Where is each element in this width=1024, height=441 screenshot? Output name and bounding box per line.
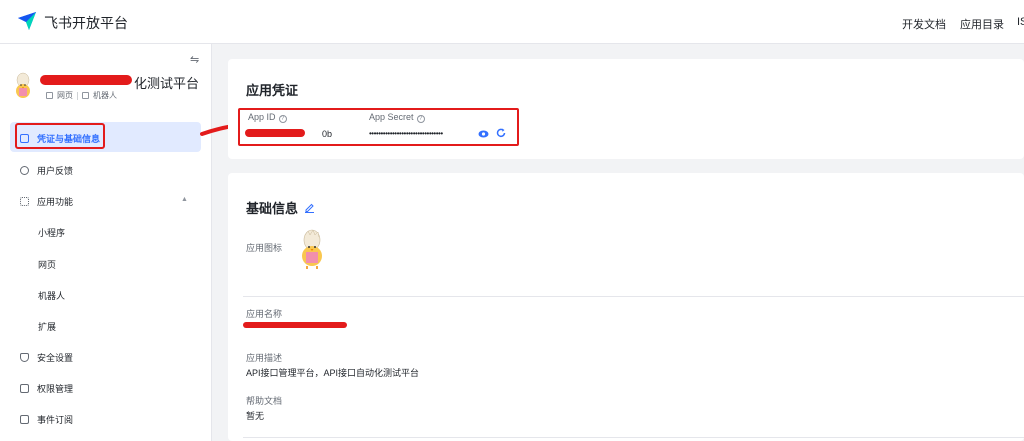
bot-icon bbox=[82, 92, 89, 99]
nav-app-directory[interactable]: 应用目录 bbox=[960, 16, 1004, 32]
app-name-title: 化测试平台 bbox=[134, 76, 200, 91]
help-icon[interactable]: ? bbox=[416, 115, 425, 123]
app-icon-image[interactable] bbox=[298, 229, 326, 269]
sidebar-item-miniprogram[interactable]: 小程序 bbox=[38, 226, 65, 239]
sidebar-item-feedback[interactable]: 用户反馈 bbox=[20, 164, 73, 177]
redacted-app-name bbox=[40, 75, 132, 85]
app-name-label: 应用名称 bbox=[246, 309, 283, 319]
basic-info-card bbox=[228, 173, 1024, 441]
redacted-app-id bbox=[245, 129, 305, 137]
top-bar: 飞书开放平台 开发文档 应用目录 IS bbox=[0, 0, 1024, 44]
lark-logo-icon[interactable] bbox=[16, 10, 38, 32]
grid-icon bbox=[20, 197, 29, 206]
sidebar-item-extension[interactable]: 扩展 bbox=[38, 320, 56, 333]
sidebar-item-bot[interactable]: 机器人 bbox=[38, 289, 65, 302]
app-type-tags: 网页 机器人 bbox=[46, 90, 121, 101]
sidebar-item-events[interactable]: 事件订阅 bbox=[20, 413, 73, 426]
app-avatar bbox=[16, 72, 30, 98]
credentials-title: 应用凭证 bbox=[246, 83, 299, 98]
edit-pencil-icon[interactable] bbox=[304, 202, 315, 213]
lock-icon bbox=[20, 384, 29, 393]
sidebar-item-label: 权限管理 bbox=[37, 384, 74, 394]
app-desc-label: 应用描述 bbox=[246, 353, 283, 363]
help-doc-value: 暂无 bbox=[246, 411, 265, 421]
app-secret-value[interactable]: •••••••••••••••••••••••••••••••• bbox=[369, 129, 443, 138]
app-desc-value: API接口管理平台，API接口自动化测试平台 bbox=[246, 368, 420, 378]
tag-web: 网页 bbox=[57, 91, 73, 100]
chevron-up-icon[interactable]: ▲ bbox=[181, 196, 188, 203]
plus-square-icon bbox=[20, 415, 29, 424]
section-divider-bottom bbox=[243, 437, 1024, 438]
help-doc-label: 帮助文档 bbox=[246, 396, 283, 406]
sidebar-item-credentials[interactable]: 凭证与基础信息 bbox=[20, 132, 100, 145]
sidebar-item-label: 安全设置 bbox=[37, 353, 74, 363]
sidebar-item-app-features[interactable]: 应用功能 bbox=[20, 195, 73, 208]
refresh-secret-icon[interactable] bbox=[496, 128, 506, 138]
section-divider bbox=[243, 296, 1024, 297]
help-icon[interactable]: ? bbox=[278, 115, 287, 123]
brand-title[interactable]: 飞书开放平台 bbox=[44, 13, 128, 33]
tag-bot: 机器人 bbox=[93, 91, 117, 100]
redacted-app-name-value bbox=[243, 322, 347, 328]
nav-dev-docs[interactable]: 开发文档 bbox=[902, 16, 946, 32]
app-secret-label: App Secret? bbox=[369, 112, 425, 123]
basic-info-title: 基础信息 bbox=[246, 201, 299, 216]
sidebar-item-label: 事件订阅 bbox=[37, 415, 74, 425]
feedback-icon bbox=[20, 166, 29, 175]
sidebar-item-label: 用户反馈 bbox=[37, 166, 74, 176]
app-icon-label: 应用图标 bbox=[246, 243, 283, 253]
sidebar-item-web[interactable]: 网页 bbox=[38, 258, 56, 271]
sidebar-item-permissions[interactable]: 权限管理 bbox=[20, 382, 73, 395]
sidebar-item-label: 应用功能 bbox=[37, 197, 74, 207]
sidebar-item-security[interactable]: 安全设置 bbox=[20, 351, 73, 364]
web-icon bbox=[46, 92, 53, 99]
app-id-label: App ID? bbox=[248, 112, 287, 123]
sidebar-item-label: 凭证与基础信息 bbox=[37, 134, 101, 144]
collapse-sidebar-icon[interactable]: ⇋ bbox=[190, 53, 199, 66]
nav-isv[interactable]: IS bbox=[1017, 16, 1024, 28]
app-id-value[interactable]: 0b bbox=[322, 129, 332, 139]
shield-icon bbox=[20, 353, 29, 362]
doc-icon bbox=[20, 134, 29, 143]
show-secret-eye-icon[interactable] bbox=[478, 130, 489, 138]
